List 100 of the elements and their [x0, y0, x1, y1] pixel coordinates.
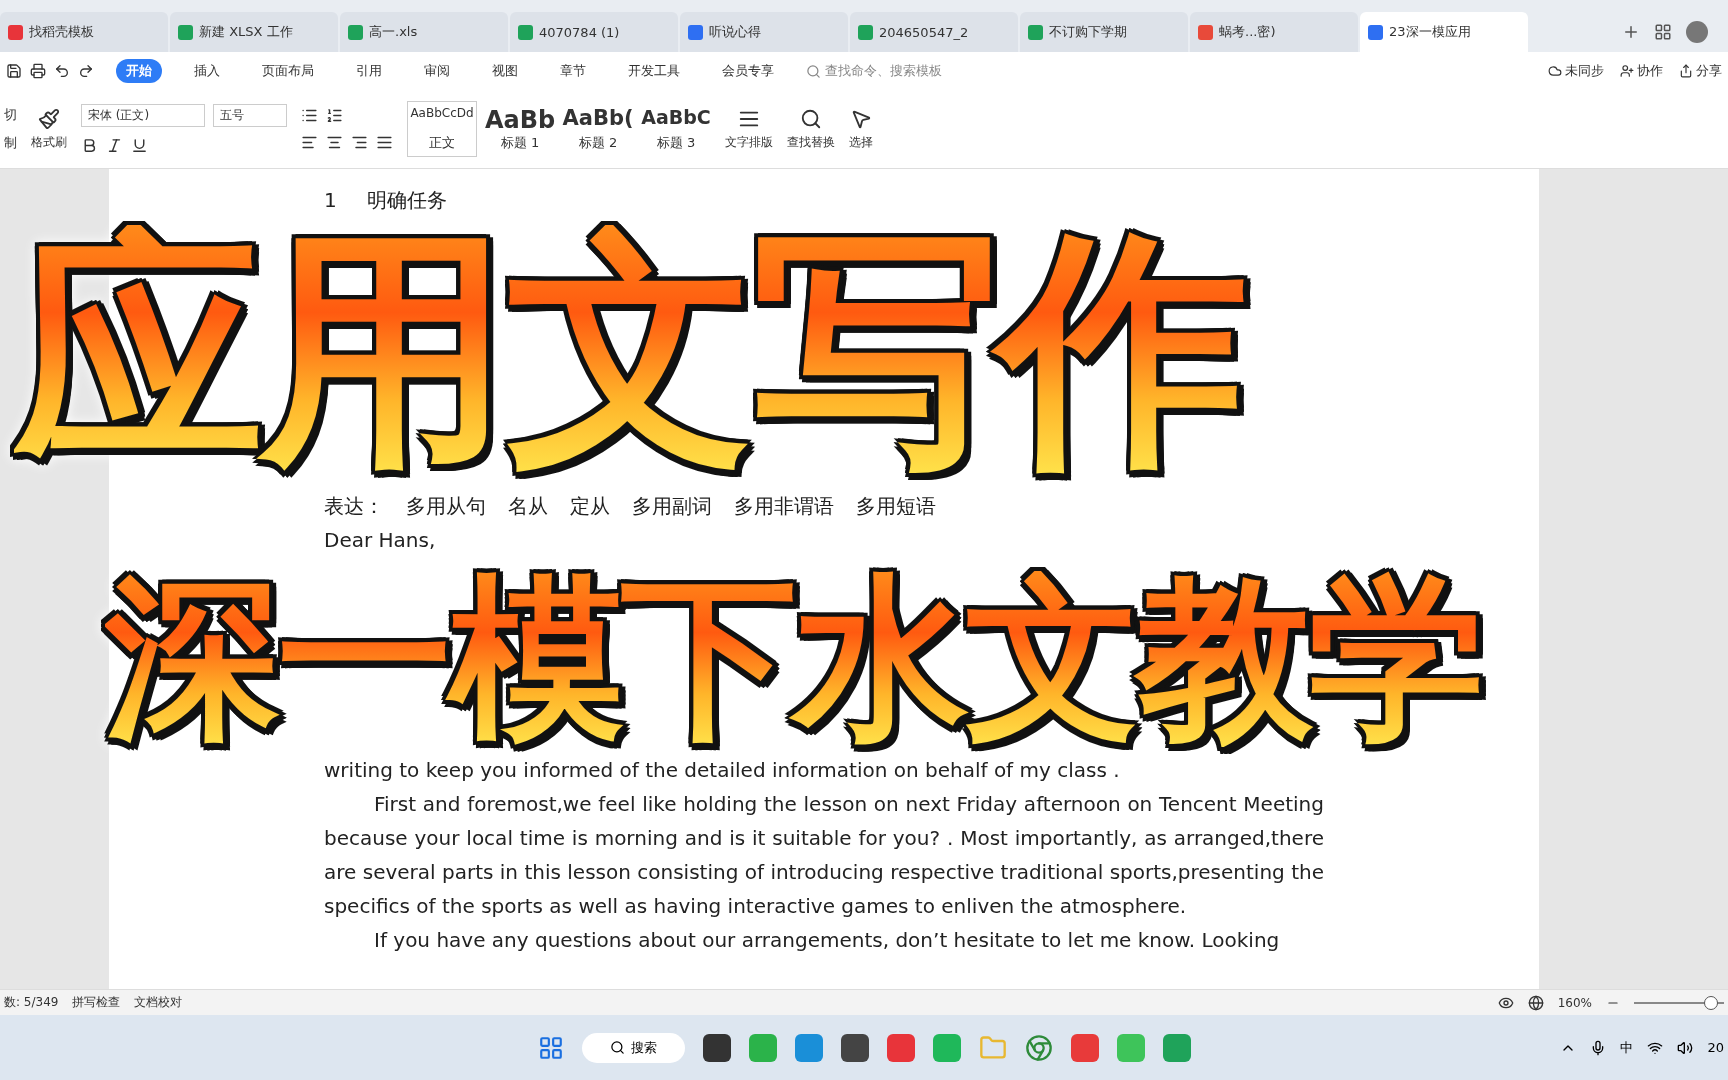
- expression-text: 名从: [508, 493, 548, 520]
- input-method-indicator[interactable]: 中: [1620, 1038, 1634, 1057]
- font-size-dropdown[interactable]: 五号: [213, 104, 287, 127]
- style-preset[interactable]: AaBbC 标题 3: [641, 101, 711, 157]
- align-left-icon[interactable]: [301, 134, 318, 151]
- style-preset[interactable]: AaBb 标题 1: [485, 101, 555, 157]
- menu-tab[interactable]: 页面布局: [252, 59, 324, 83]
- clock-text[interactable]: 20: [1707, 1040, 1724, 1055]
- file-type-icon: [1028, 24, 1043, 40]
- file-type-icon: [8, 24, 23, 40]
- cloud-icon: [1548, 64, 1562, 78]
- align-center-icon[interactable]: [326, 134, 343, 151]
- search-icon: [800, 107, 822, 130]
- ribbon-tool-button[interactable]: 选择: [849, 107, 873, 151]
- file-type-icon: [1368, 24, 1383, 40]
- bullet-list-icon[interactable]: [301, 107, 318, 124]
- letter-paragraph: writing to keep you informed of the detailed information on behalf of my class .: [324, 757, 1121, 784]
- web-view-icon[interactable]: [1527, 994, 1544, 1011]
- expression-text: 定从: [570, 493, 610, 520]
- browser-icon[interactable]: [1024, 1033, 1053, 1062]
- taskbar-search[interactable]: 搜索: [581, 1032, 685, 1063]
- menu-tab[interactable]: 开发工具: [618, 59, 690, 83]
- header-action-label: 分享: [1696, 62, 1722, 80]
- avatar-icon[interactable]: [1686, 21, 1708, 43]
- style-preset[interactable]: AaBb( 标题 2: [563, 101, 633, 157]
- start-icon[interactable]: [537, 1034, 564, 1061]
- tool-label: 选择: [849, 133, 873, 151]
- menu-tab[interactable]: 引用: [346, 59, 392, 83]
- save-icon[interactable]: [6, 63, 22, 79]
- font-dropdown[interactable]: 宋体 (正文): [81, 104, 205, 127]
- expression-text: 多用非谓语: [734, 493, 834, 520]
- command-search-field[interactable]: 查找命令、搜索模板: [806, 62, 942, 80]
- zoom-level[interactable]: 160%: [1557, 995, 1592, 1010]
- proofread-button[interactable]: 文档校对: [134, 994, 183, 1011]
- file-type-icon: [348, 24, 363, 40]
- spell-check-button[interactable]: 拼写检查: [72, 994, 121, 1011]
- menu-tab[interactable]: 开始: [116, 59, 162, 83]
- file-type-icon: [1198, 24, 1213, 40]
- document-tab[interactable]: 204650547_2: [850, 12, 1018, 52]
- paintbrush-icon: [38, 107, 60, 130]
- italic-icon[interactable]: [106, 137, 123, 154]
- style-preset[interactable]: AaBbCcDd 正文: [407, 101, 477, 157]
- letter-paragraph: First and foremost,we feel like holding the lesson on next Friday afternoon on Tencent Meeting because your local time is morning and is it suitable for you? . Most importantly, as arranged,there are several parts in this lesson consisting of introducing respective traditional sports,presenting the specifics of the sports as well as having interactive games to enliven the atmosphere.: [324, 791, 1324, 920]
- share-icon: [1679, 64, 1693, 78]
- document-tab[interactable]: 蜗考...密): [1190, 12, 1358, 52]
- header-action[interactable]: 分享: [1679, 62, 1722, 80]
- undo-icon[interactable]: [54, 63, 70, 79]
- clipboard-button[interactable]: 制: [4, 134, 17, 152]
- format-painter-button[interactable]: 格式刷: [31, 107, 67, 151]
- expression-text: 多用从句: [406, 493, 486, 520]
- search-icon: [806, 63, 821, 79]
- menu-tab[interactable]: 会员专享: [712, 59, 784, 83]
- document-tab[interactable]: 23深一模应用: [1360, 12, 1528, 52]
- app-icon[interactable]: [840, 1033, 869, 1062]
- file-type-icon: [858, 24, 873, 40]
- file-type-icon: [688, 24, 703, 40]
- menu-tab[interactable]: 视图: [482, 59, 528, 83]
- clipboard-button[interactable]: 切: [4, 106, 17, 124]
- greeting: Dear Hans,: [324, 527, 437, 554]
- align-right-icon[interactable]: [351, 134, 368, 151]
- taskbar-search-label: 搜索: [630, 1038, 657, 1057]
- numbered-list-icon[interactable]: [326, 107, 343, 124]
- menu-tab[interactable]: 插入: [184, 59, 230, 83]
- header-action[interactable]: 未同步: [1548, 62, 1604, 80]
- document-tab[interactable]: 高一.xls: [340, 12, 508, 52]
- document-tab[interactable]: 4070784 (1): [510, 12, 678, 52]
- header-action-label: 协作: [1637, 62, 1663, 80]
- new-tab-icon[interactable]: [1622, 23, 1640, 41]
- expression-text: 多用短语: [856, 493, 936, 520]
- zoom-slider-thumb[interactable]: [1703, 995, 1718, 1010]
- grid-icon[interactable]: [1654, 23, 1672, 41]
- word-count[interactable]: 数: 5/349: [4, 994, 59, 1011]
- file-type-icon: [178, 24, 193, 40]
- ribbon-tool-button[interactable]: 文字排版: [725, 107, 773, 151]
- menu-tab[interactable]: 章节: [550, 59, 596, 83]
- app-icon[interactable]: [702, 1033, 731, 1062]
- expression-text: 表达：: [324, 493, 384, 520]
- align-justify-icon[interactable]: [376, 134, 393, 151]
- menu-tab[interactable]: 审阅: [414, 59, 460, 83]
- format-painter-label: 格式刷: [31, 133, 67, 151]
- document-tab[interactable]: 听说心得: [680, 12, 848, 52]
- heading-number: 1: [324, 187, 337, 214]
- section-heading: 明确任务: [366, 187, 447, 214]
- document-tab[interactable]: 不订购下学期: [1020, 12, 1188, 52]
- printer-icon[interactable]: [30, 63, 46, 79]
- redo-icon[interactable]: [78, 63, 94, 79]
- tool-label: 查找替换: [787, 133, 835, 151]
- user-plus-icon: [1620, 64, 1634, 78]
- underline-icon[interactable]: [131, 137, 148, 154]
- volume-icon[interactable]: [1677, 1039, 1694, 1056]
- header-action[interactable]: 协作: [1620, 62, 1663, 80]
- document-tab[interactable]: 找稻壳模板: [0, 12, 168, 52]
- header-action-label: 未同步: [1565, 62, 1604, 80]
- search-icon: [609, 1040, 625, 1055]
- ribbon-tool-button[interactable]: 查找替换: [787, 107, 835, 151]
- file-type-icon: [518, 24, 533, 40]
- tool-label: 文字排版: [725, 133, 773, 151]
- expression-text: 多用副词: [632, 493, 712, 520]
- letter-paragraph: If you have any questions about our arrangements, don’t hesitate to let me know. Looking: [373, 927, 1281, 954]
- document-tab[interactable]: 新建 XLSX 工作: [170, 12, 338, 52]
